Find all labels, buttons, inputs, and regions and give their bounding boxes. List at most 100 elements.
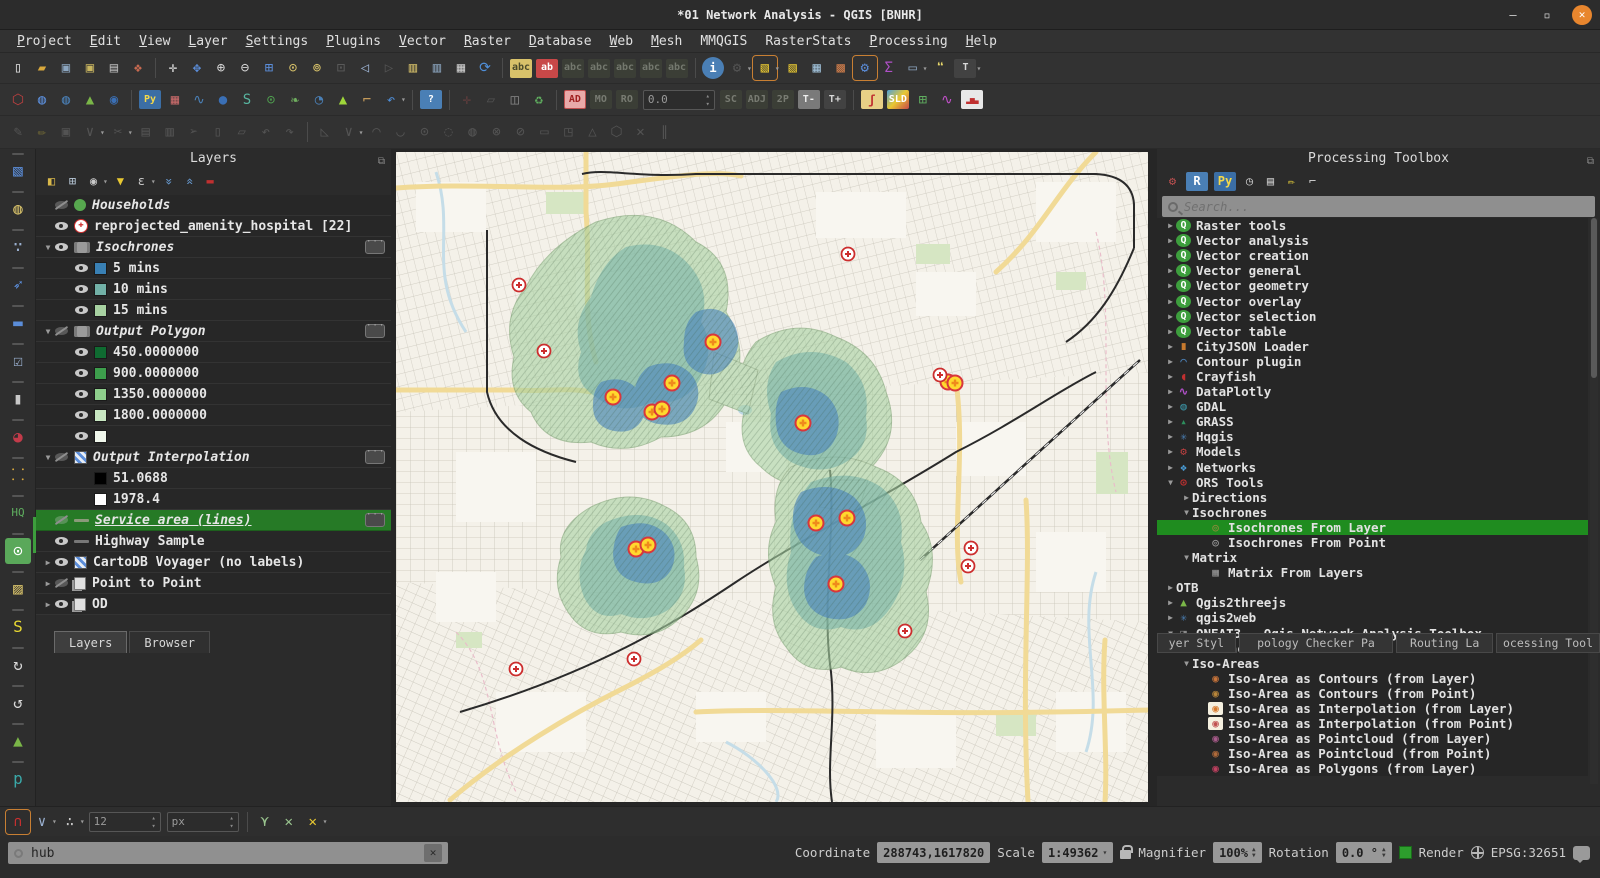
label-tool-1-icon[interactable]: abc — [562, 59, 584, 78]
minimize-button[interactable]: — — [1504, 8, 1522, 22]
proc-row-matrix[interactable]: ▼Matrix — [1157, 550, 1588, 565]
zoom-next-icon[interactable]: ▷ — [378, 57, 400, 79]
expander-icon[interactable]: ▶ — [1165, 281, 1176, 290]
visibility-eye-icon[interactable] — [54, 555, 70, 569]
hospital-served-marker[interactable] — [796, 416, 811, 431]
zoom-out-icon[interactable]: ⊖ — [234, 57, 256, 79]
visibility-eye-icon[interactable] — [74, 345, 90, 359]
dock-layers-add-icon[interactable]: ▧ — [5, 158, 31, 184]
proc-row-qgis2web[interactable]: ▶✳qgis2web — [1157, 610, 1588, 625]
delete-ring-icon[interactable]: ⊗ — [485, 121, 507, 143]
clear-search-icon[interactable]: ✕ — [424, 844, 442, 862]
dock-s-letter-icon[interactable]: S — [5, 614, 31, 640]
select-features-icon[interactable]: ▧ — [754, 57, 776, 79]
proc-row-raster-tools[interactable]: ▶QRaster tools — [1157, 218, 1588, 233]
expander-icon[interactable]: ▶ — [1165, 327, 1176, 336]
dataplotly-icon[interactable]: ∿ — [188, 89, 210, 111]
add-ring-icon[interactable]: ⬡ — [605, 121, 627, 143]
magnifier-spinbox[interactable]: 100%▲▼ — [1213, 842, 1262, 863]
paste-features-icon[interactable]: ▱ — [231, 121, 253, 143]
proc-row-iso-area-as-interpolation-from-point-[interactable]: ◉Iso-Area as Interpolation (from Point) — [1157, 716, 1588, 731]
rotation-spinbox[interactable]: 0.0 °▲▼ — [1336, 842, 1392, 863]
dock-board-icon[interactable]: ▬ — [5, 310, 31, 336]
undo-blue-icon-dropdown[interactable]: ▾ — [401, 95, 406, 104]
current-edits-icon[interactable]: ✎ — [7, 121, 29, 143]
layer-row-isochrones[interactable]: ▼Isochrones — [36, 237, 391, 258]
panel-float-icon[interactable]: ⧉ — [378, 152, 385, 172]
expander-icon[interactable]: ▶ — [1165, 463, 1176, 472]
expander-icon[interactable]: ▶ — [1165, 342, 1176, 351]
proc-row-crayfish[interactable]: ▶◖Crayfish — [1157, 369, 1588, 384]
python-console-icon[interactable]: Py — [139, 90, 161, 109]
proc-row-iso-areas[interactable]: ▼Iso-Areas — [1157, 656, 1588, 671]
maximize-button[interactable]: ▫ — [1538, 8, 1556, 22]
hospital-marker[interactable] — [965, 542, 978, 555]
layer-row-od[interactable]: ▶OD — [36, 594, 391, 615]
proc-row-models[interactable]: ▶⚙Models — [1157, 444, 1588, 459]
menu-vector[interactable]: Vector — [390, 30, 455, 52]
expander-icon[interactable]: ▶ — [1165, 402, 1176, 411]
open-attribute-table-icon[interactable]: ▦ — [806, 57, 828, 79]
expander-icon[interactable]: ▼ — [42, 243, 54, 252]
hospital-marker[interactable] — [513, 279, 526, 292]
open-project-icon[interactable]: ▰ — [31, 57, 53, 79]
contour-plugin-button[interactable]: ʃ — [861, 90, 883, 109]
visibility-eye-icon[interactable] — [54, 513, 70, 527]
text-annotation-icon-dropdown[interactable]: ▾ — [976, 64, 981, 73]
visibility-eye-icon[interactable] — [74, 303, 90, 317]
layer-row-1978-4[interactable]: 1978.4 — [36, 489, 391, 510]
expander-icon[interactable]: ▶ — [42, 558, 54, 567]
proc-row-vector-overlay[interactable]: ▶QVector overlay — [1157, 293, 1588, 308]
dock-refresh-icon[interactable]: ↻ — [5, 652, 31, 678]
map-canvas[interactable] — [396, 152, 1148, 802]
measure-icon[interactable]: ▭ — [902, 57, 924, 79]
advanced-digitizing-panel-icon[interactable]: ◺ — [314, 121, 336, 143]
topological-editing-icon[interactable]: ⋎ — [254, 811, 276, 833]
map-tips-icon[interactable]: ❝ — [929, 57, 951, 79]
redo-icon[interactable]: ↷ — [279, 121, 301, 143]
visibility-eye-icon[interactable] — [54, 576, 70, 590]
text-annotation-icon[interactable]: T — [954, 59, 976, 78]
leaf-icon[interactable]: ❧ — [284, 89, 306, 111]
snap-mode-icon[interactable]: ∨ — [31, 811, 53, 833]
proc-row-contour-plugin[interactable]: ▶◠Contour plugin — [1157, 354, 1588, 369]
hospital-marker[interactable] — [510, 663, 523, 676]
close-button[interactable]: ✕ — [1572, 5, 1592, 25]
rotate-feature-icon[interactable]: ◳ — [557, 121, 579, 143]
qgis2threejs-icon[interactable]: ▲ — [79, 89, 101, 111]
proc-row-ors-tools[interactable]: ▼⊙ORS Tools — [1157, 475, 1588, 490]
hospital-served-marker[interactable] — [641, 538, 656, 553]
expander-icon[interactable]: ▼ — [1165, 478, 1176, 487]
t-plus-button[interactable]: T+ — [824, 90, 846, 109]
layer-row-output-polygon[interactable]: ▼Output Polygon — [36, 321, 391, 342]
dock-quill-icon[interactable]: ➶ — [5, 272, 31, 298]
move-feature-icon[interactable]: ▤ — [135, 121, 157, 143]
layer-row-1350-0000000[interactable]: 1350.0000000 — [36, 384, 391, 405]
digitize-angle-spinbox[interactable]: 0.0▴▾ — [643, 90, 715, 110]
menu-rasterstats[interactable]: RasterStats — [756, 30, 860, 52]
offset-curve-icon[interactable]: ▭ — [533, 121, 555, 143]
proc-row-gdal[interactable]: ▶◍GDAL — [1157, 399, 1588, 414]
locator-search-input[interactable]: hub ✕ — [8, 842, 448, 864]
dock-nodes-star-icon[interactable]: ∵ — [5, 234, 31, 260]
layer-row-1800-0000000[interactable]: 1800.0000000 — [36, 405, 391, 426]
dock-globe-package-icon[interactable]: ◍ — [5, 196, 31, 222]
menu-plugins[interactable]: Plugins — [317, 30, 390, 52]
dock-hq-icon[interactable]: HQ — [5, 500, 31, 526]
expander-icon[interactable]: ▶ — [1165, 598, 1176, 607]
panel-float-icon[interactable]: ⧉ — [1587, 152, 1594, 172]
visibility-eye-icon[interactable] — [74, 261, 90, 275]
models-gears-icon[interactable]: ⚙ — [1163, 172, 1182, 191]
proc-row-vector-selection[interactable]: ▶QVector selection — [1157, 309, 1588, 324]
save-project-icon[interactable]: ▣ — [55, 57, 77, 79]
save-project-as-icon[interactable]: ▣ — [79, 57, 101, 79]
filter-legend-icon[interactable]: ▼ — [111, 172, 130, 191]
bookmark-manager-icon[interactable]: ▦ — [450, 57, 472, 79]
proc-row-vector-creation[interactable]: ▶QVector creation — [1157, 248, 1588, 263]
visibility-eye-icon[interactable] — [54, 597, 70, 611]
crayfish-s-icon[interactable]: S — [236, 89, 258, 111]
snap-vertex-icon[interactable]: ∴ — [59, 811, 81, 833]
dock-chart-dots-icon[interactable]: ⸬ — [5, 462, 31, 488]
expander-icon[interactable]: ▼ — [1181, 659, 1192, 668]
menu-edit[interactable]: Edit — [81, 30, 130, 52]
